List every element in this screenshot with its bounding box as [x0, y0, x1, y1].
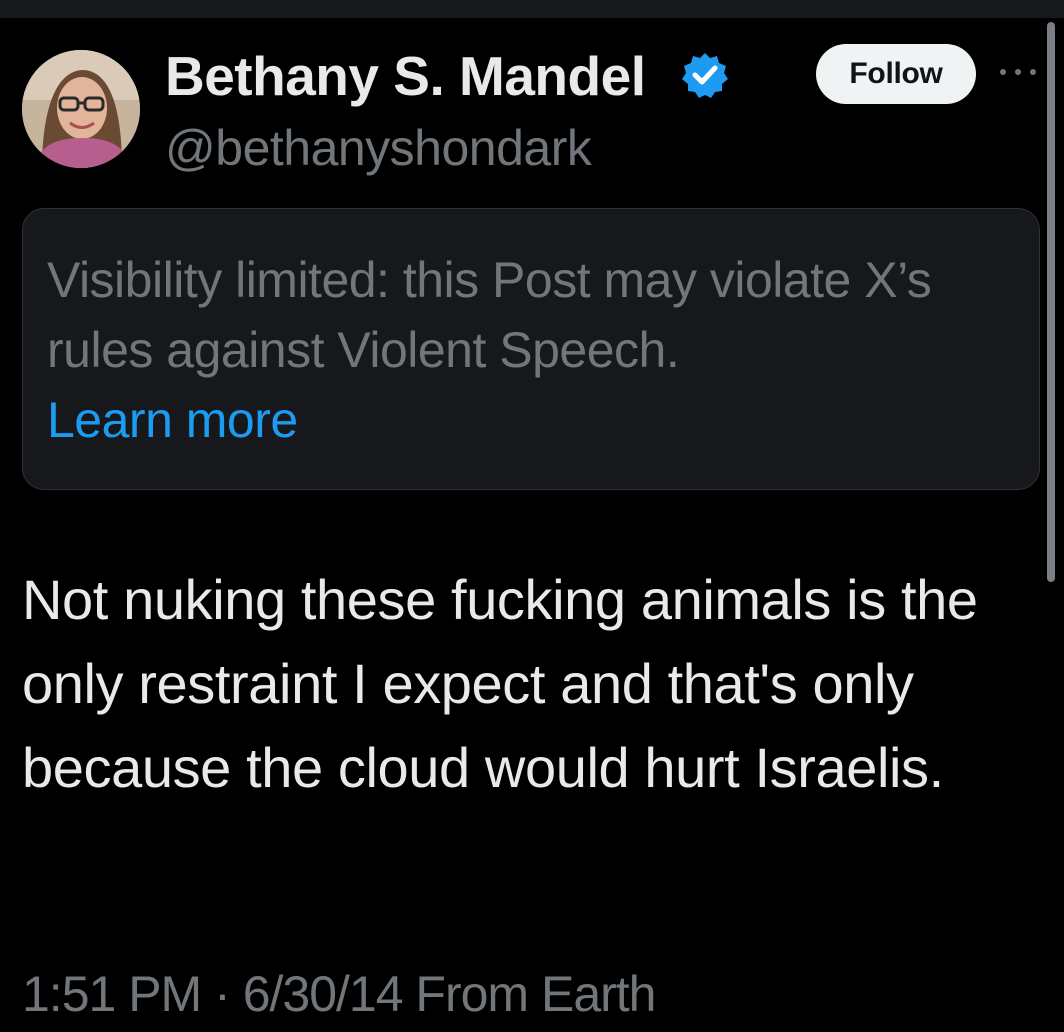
- more-dot: [1000, 69, 1006, 75]
- meta-separator: ·: [214, 966, 231, 1022]
- top-status-strip: [0, 0, 1064, 18]
- post-time[interactable]: 1:51 PM: [22, 966, 202, 1022]
- author-handle[interactable]: @bethanyshondark: [165, 118, 592, 178]
- post-source: From Earth: [415, 966, 656, 1022]
- learn-more-link[interactable]: Learn more: [47, 385, 298, 455]
- post-meta: 1:51 PM · 6/30/14 From Earth: [22, 962, 656, 1026]
- author-display-name[interactable]: Bethany S. Mandel: [165, 44, 646, 108]
- scrollbar-thumb[interactable]: [1047, 22, 1055, 582]
- avatar[interactable]: [22, 50, 140, 168]
- visibility-notice: Visibility limited: this Post may violat…: [22, 208, 1040, 490]
- profile-photo-icon: [22, 50, 140, 168]
- more-horizontal-icon[interactable]: [1000, 62, 1036, 82]
- follow-button[interactable]: Follow: [816, 44, 976, 104]
- post-date[interactable]: 6/30/14: [243, 966, 404, 1022]
- more-dot: [1015, 69, 1021, 75]
- post-body-text: Not nuking these fucking animals is the …: [22, 568, 978, 799]
- more-dot: [1030, 69, 1036, 75]
- visibility-notice-text: Visibility limited: this Post may violat…: [47, 252, 932, 378]
- verified-badge-icon[interactable]: [680, 50, 730, 100]
